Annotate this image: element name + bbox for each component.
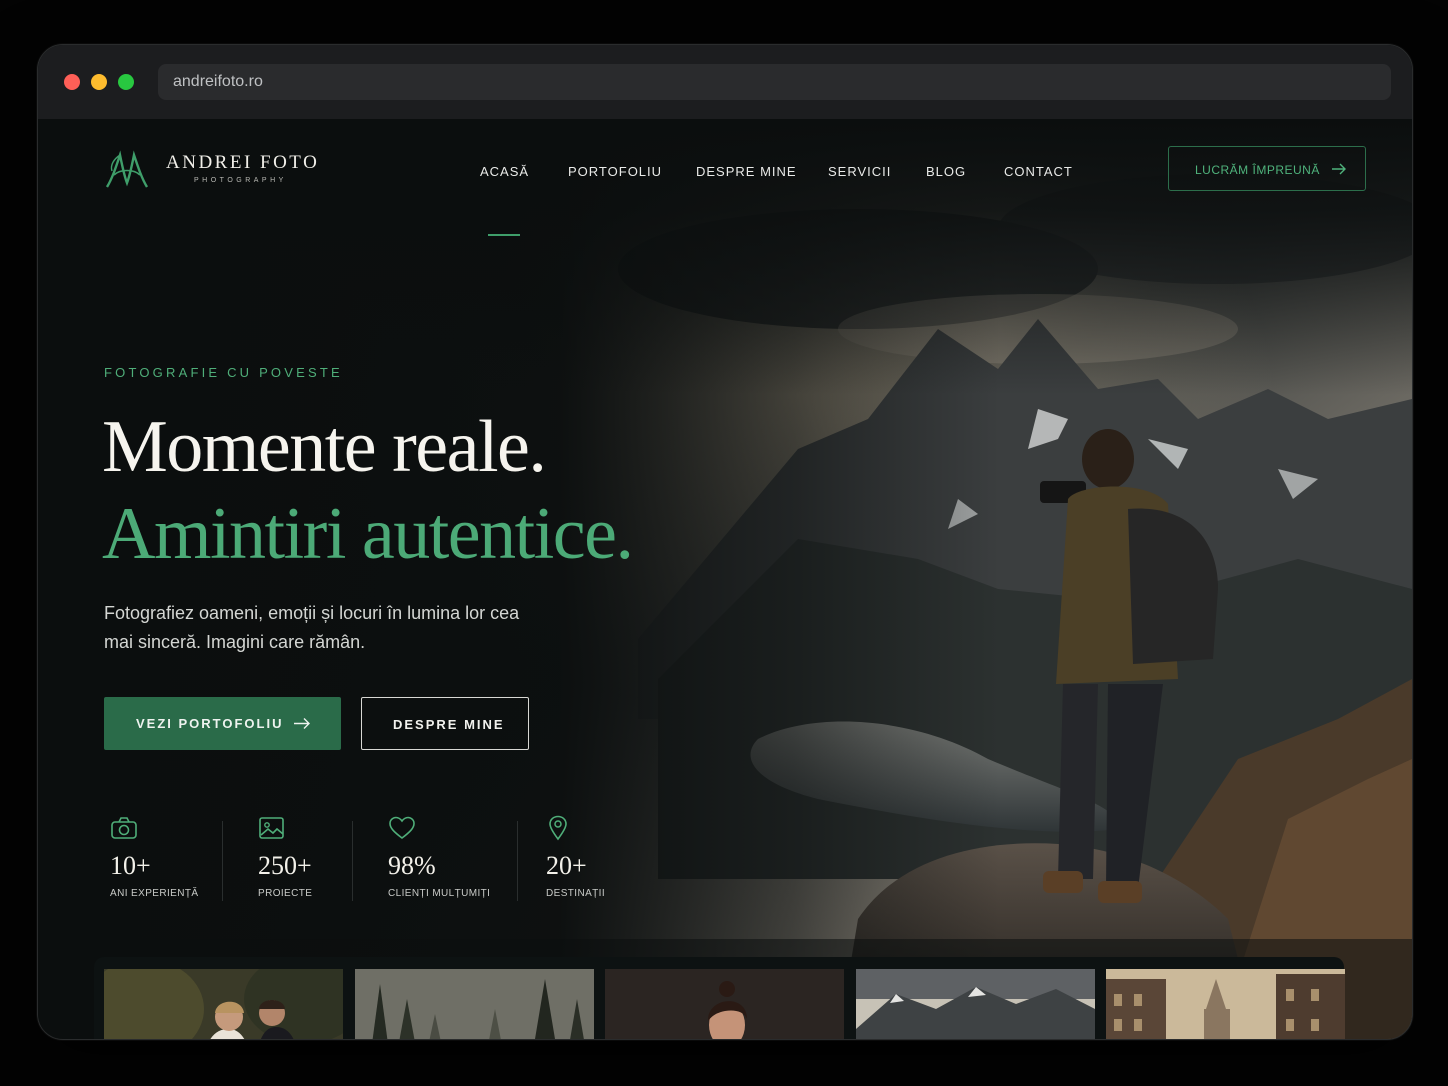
stat-divider [222, 821, 223, 901]
stat-value: 10+ [110, 851, 151, 880]
gallery-thumb-mountain-lake[interactable] [856, 969, 1095, 1039]
hero-headline-line1: Momente reale. [102, 406, 547, 488]
nav-item-blog[interactable]: BLOG [926, 164, 966, 179]
maximize-window-button[interactable] [118, 74, 134, 90]
camera-icon [111, 817, 137, 839]
image-icon [259, 817, 284, 839]
stat-value: 250+ [258, 851, 312, 880]
monogram-am-logo-icon[interactable] [104, 149, 150, 191]
nav-item-acasa[interactable]: ACASĂ [480, 164, 529, 179]
stat-value: 98% [388, 851, 436, 880]
nav-item-contact[interactable]: CONTACT [1004, 164, 1073, 179]
brand-name[interactable]: ANDREI FOTO [166, 152, 319, 174]
stat-divider [517, 821, 518, 901]
minimize-window-button[interactable] [91, 74, 107, 90]
hero-headline-line2: Amintiri autentice. [102, 493, 634, 575]
gallery-thumb-wedding-couple[interactable] [104, 969, 343, 1039]
nav-item-despre-mine[interactable]: DESPRE MINE [696, 164, 797, 179]
browser-window: andreifoto.ro ANDREI FOTO PHOTOGRAPHY AC… [37, 44, 1413, 1040]
nav-item-portofoliu[interactable]: PORTOFOLIU [568, 164, 662, 179]
stat-label: ANI EXPERIENȚĂ [110, 888, 199, 899]
address-bar[interactable]: andreifoto.ro [158, 64, 1391, 100]
hero-description: Fotografiez oameni, emoții și locuri în … [104, 603, 520, 652]
hero-eyebrow: FOTOGRAFIE CU POVESTE [104, 365, 343, 380]
browser-toolbar: andreifoto.ro [38, 45, 1412, 119]
nav-item-servicii[interactable]: SERVICII [828, 164, 891, 179]
arrow-right-icon [294, 718, 310, 729]
vezi-portofoliu-button[interactable]: VEZI PORTOFOLIU [104, 697, 341, 750]
arrow-right-icon [1332, 163, 1346, 175]
location-pin-icon [549, 815, 567, 841]
stat-label: CLIENȚI MULȚUMIȚI [388, 888, 491, 899]
cta-label: LUCRĂM ÎMPREUNĂ [1195, 163, 1320, 177]
gallery-thumb-old-city-street[interactable] [1106, 969, 1345, 1039]
primary-button-label: VEZI PORTOFOLIU [136, 716, 284, 731]
secondary-button-label: DESPRE MINE [393, 717, 505, 732]
web-page: ANDREI FOTO PHOTOGRAPHY ACASĂ PORTOFOLIU… [38, 119, 1412, 1039]
brand-tagline: PHOTOGRAPHY [194, 177, 287, 184]
despre-mine-button[interactable]: DESPRE MINE [361, 697, 529, 750]
stat-label: DESTINAȚII [546, 888, 606, 899]
stat-value: 20+ [546, 851, 587, 880]
lucram-impreuna-button[interactable]: LUCRĂM ÎMPREUNĂ [1168, 146, 1366, 191]
address-bar-url: andreifoto.ro [173, 73, 263, 90]
close-window-button[interactable] [64, 74, 80, 90]
heart-icon [389, 816, 415, 840]
stat-divider [352, 821, 353, 901]
gallery-thumb-misty-forest[interactable] [355, 969, 594, 1039]
nav-active-indicator [488, 234, 520, 236]
stat-label: PROIECTE [258, 888, 313, 899]
hero-photo-photographer-mountains [38, 119, 1412, 1039]
gallery-thumb-woman-portrait[interactable] [605, 969, 844, 1039]
